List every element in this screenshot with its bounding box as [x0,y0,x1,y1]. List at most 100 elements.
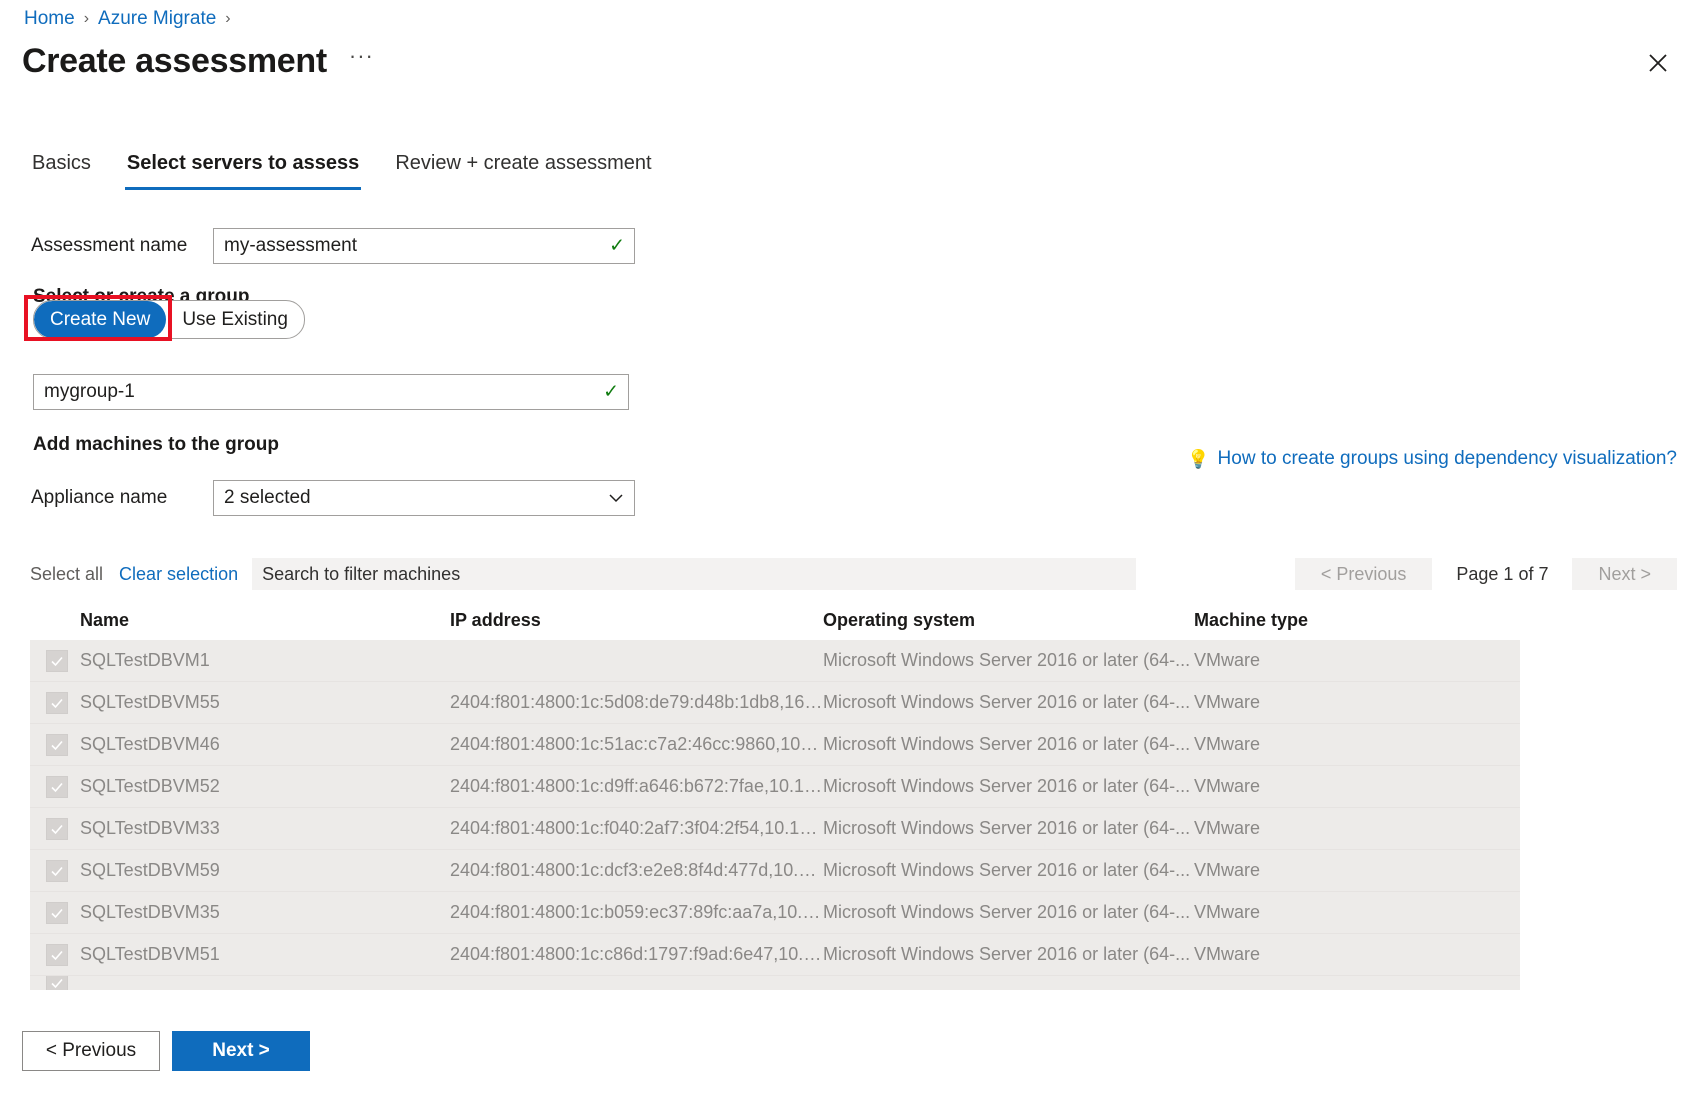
checkbox-checked-icon[interactable] [46,976,68,990]
table-header-row: Name IP address Operating system Machine… [30,600,1520,640]
cell-operating-system: Microsoft Windows Server 2016 or later (… [823,650,1194,671]
select-all-link[interactable]: Select all [30,564,103,585]
machines-table: Name IP address Operating system Machine… [30,600,1520,990]
tab-select-servers-to-assess[interactable]: Select servers to assess [125,152,361,190]
search-input[interactable] [252,558,1136,590]
page-indicator: Page 1 of 7 [1432,564,1572,585]
use-existing-button[interactable]: Use Existing [166,301,304,338]
close-icon[interactable] [1643,48,1673,78]
checkbox-checked-icon[interactable] [46,776,68,798]
row-checkbox-cell[interactable] [30,776,80,798]
cell-ip-address: 2404:f801:4800:1c:f040:2af7:3f04:2f54,10… [450,818,823,839]
cell-name: SQLTestDBVM46 [80,734,450,755]
more-options-icon[interactable]: ··· [349,45,374,79]
chevron-right-icon: › [225,10,230,28]
cell-operating-system: Microsoft Windows Server 2016 or later (… [823,860,1194,881]
machines-toolbar: Select all Clear selection < Previous Pa… [30,557,1677,591]
appliance-name-row: Appliance name 2 selected [31,480,635,516]
cell-ip-address: 2404:f801:4800:1c:d9ff:a646:b672:7fae,10… [450,776,823,797]
checkbox-checked-icon[interactable] [46,692,68,714]
table-row[interactable]: SQLTestDBVM59 2404:f801:4800:1c:dcf3:e2e… [30,850,1520,892]
page-header: Create assessment ··· [22,42,374,81]
checkbox-checked-icon[interactable] [46,650,68,672]
table-row[interactable]: SQLTestDBVM1 Microsoft Windows Server 20… [30,640,1520,682]
pagination: < Previous Page 1 of 7 Next > [1295,558,1677,590]
cell-ip-address: 2404:f801:4800:1c:51ac:c7a2:46cc:9860,10… [450,734,823,755]
row-checkbox-cell[interactable] [30,976,80,990]
cell-machine-type: VMware [1194,944,1520,965]
cell-ip-address: 2404:f801:4800:1c:5d08:de79:d48b:1db8,16… [450,692,823,713]
table-row[interactable]: SQLTestDBVM46 2404:f801:4800:1c:51ac:c7a… [30,724,1520,766]
cell-name: SQLTestDBVM51 [80,944,450,965]
cell-machine-type: VMware [1194,860,1520,881]
assessment-name-input[interactable]: my-assessment ✓ [213,228,635,264]
cell-operating-system: Microsoft Windows Server 2016 or later (… [823,902,1194,923]
add-machines-label: Add machines to the group [33,434,279,456]
cell-name: SQLTestDBVM55 [80,692,450,713]
group-name-input[interactable]: mygroup-1 ✓ [33,374,629,410]
table-row[interactable]: SQLTestDBVM55 2404:f801:4800:1c:5d08:de7… [30,682,1520,724]
row-checkbox-cell[interactable] [30,944,80,966]
cell-name: SQLTestDBVM1 [80,650,450,671]
cell-machine-type: VMware [1194,650,1520,671]
previous-page-button[interactable]: < Previous [1295,558,1433,590]
cell-ip-address: 2404:f801:4800:1c:dcf3:e2e8:8f4d:477d,10… [450,860,823,881]
cell-operating-system: Microsoft Windows Server 2016 or later (… [823,692,1194,713]
table-row[interactable]: SQLTestDBVM33 2404:f801:4800:1c:f040:2af… [30,808,1520,850]
row-checkbox-cell[interactable] [30,860,80,882]
tab-review-create-assessment[interactable]: Review + create assessment [393,152,653,190]
row-checkbox-cell[interactable] [30,818,80,840]
row-checkbox-cell[interactable] [30,650,80,672]
checkbox-checked-icon[interactable] [46,818,68,840]
assessment-name-label: Assessment name [31,235,213,257]
table-row-partial[interactable] [30,976,1520,990]
clear-selection-link[interactable]: Clear selection [119,564,238,585]
appliance-name-dropdown[interactable]: 2 selected [213,480,635,516]
cell-machine-type: VMware [1194,734,1520,755]
cell-machine-type: VMware [1194,818,1520,839]
breadcrumb-item-home[interactable]: Home [24,8,75,30]
table-row[interactable]: SQLTestDBVM52 2404:f801:4800:1c:d9ff:a64… [30,766,1520,808]
cell-machine-type: VMware [1194,692,1520,713]
assessment-name-value: my-assessment [224,235,357,257]
group-mode-toggle: Create New Use Existing [33,300,305,339]
breadcrumb-item-azure-migrate[interactable]: Azure Migrate [98,8,216,30]
dependency-visualization-hint: 💡 How to create groups using dependency … [1187,448,1677,470]
table-row[interactable]: SQLTestDBVM51 2404:f801:4800:1c:c86d:179… [30,934,1520,976]
dependency-visualization-link[interactable]: How to create groups using dependency vi… [1218,448,1677,470]
checkbox-checked-icon[interactable] [46,944,68,966]
breadcrumb: Home › Azure Migrate › [24,8,231,30]
group-name-value: mygroup-1 [44,381,135,403]
create-new-button[interactable]: Create New [34,301,166,338]
valid-check-icon: ✓ [609,237,625,256]
checkbox-checked-icon[interactable] [46,860,68,882]
row-checkbox-cell[interactable] [30,902,80,924]
next-page-button[interactable]: Next > [1572,558,1677,590]
cell-ip-address: 2404:f801:4800:1c:b059:ec37:89fc:aa7a,10… [450,902,823,923]
column-header-ip-address: IP address [450,610,823,631]
checkbox-checked-icon[interactable] [46,902,68,924]
tab-basics[interactable]: Basics [30,152,93,190]
row-checkbox-cell[interactable] [30,692,80,714]
cell-ip-address: 2404:f801:4800:1c:c86d:1797:f9ad:6e47,10… [450,944,823,965]
next-button[interactable]: Next > [172,1031,310,1071]
appliance-name-label: Appliance name [31,487,213,509]
group-name-row: mygroup-1 ✓ [33,374,629,410]
previous-button[interactable]: < Previous [22,1031,160,1071]
cell-name: SQLTestDBVM33 [80,818,450,839]
cell-operating-system: Microsoft Windows Server 2016 or later (… [823,818,1194,839]
cell-operating-system: Microsoft Windows Server 2016 or later (… [823,944,1194,965]
table-row[interactable]: SQLTestDBVM35 2404:f801:4800:1c:b059:ec3… [30,892,1520,934]
tab-bar: Basics Select servers to assess Review +… [30,152,654,190]
page-title: Create assessment [22,42,327,81]
column-header-name: Name [80,610,450,631]
column-header-operating-system: Operating system [823,610,1194,631]
bulb-icon: 💡 [1187,450,1209,468]
checkbox-checked-icon[interactable] [46,734,68,756]
row-checkbox-cell[interactable] [30,734,80,756]
appliance-name-value: 2 selected [224,487,311,509]
cell-machine-type: VMware [1194,902,1520,923]
cell-machine-type: VMware [1194,776,1520,797]
chevron-down-icon [608,490,624,506]
wizard-footer: < Previous Next > [22,1031,310,1071]
